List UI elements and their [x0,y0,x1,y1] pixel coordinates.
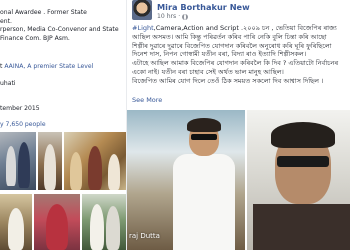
post-text-line: বিজেপিত আমিৰ যোগ দিলে তেওঁ ঠিক সময়ত সকল… [132,76,324,85]
person-figure [173,154,235,250]
hashtag-link[interactable]: #Light [132,24,154,32]
photo-thumbnail[interactable] [0,194,32,250]
globe-icon [182,13,189,20]
hometown: uhati [0,80,16,87]
post-meta: 10 hrs · [157,13,189,20]
avatar[interactable] [132,0,152,20]
person-figure [277,156,329,167]
post-text-line: দিনেশ দাস, নিপন গোস্বামী যতীন বৰা, বিদ্য… [132,50,307,59]
see-more-link[interactable]: See More [132,96,162,104]
post-time[interactable]: 10 hrs [157,13,176,20]
person-figure [253,204,350,250]
person-figure [191,134,217,140]
photo-thumbnail[interactable] [0,132,36,190]
post-author[interactable]: Mira Borthakur New [157,2,250,12]
person-figure [271,122,335,148]
post-text-line: একো নাই। যতীন বৰা চাহাব সেই অৰ্থত ভাল মা… [132,67,284,76]
bio-line: onal Awardee . Former State [0,9,87,16]
person-figure [187,118,221,132]
post-photo[interactable]: raj Dutta [127,110,245,250]
workplace-row: t AAINA, A premier State Level [0,63,93,70]
photo-thumbnail[interactable] [34,194,80,250]
post-text-line: আছিল অসমত। আমি কিন্তু পৰিৱৰ্তন কৰিব পাৰি… [132,32,327,41]
bio-line: Finance Com. BJP Asm. [0,34,70,42]
post-text-line: শিল্পীৰ দুৱাৰে দুৱাৰে বিজেপিত যোগদান কৰি… [132,41,332,50]
photo-thumbnail[interactable] [82,194,126,250]
joined-date: tember 2015 [0,105,40,112]
photo-thumbnail[interactable] [64,132,126,190]
photo-grid [0,132,126,250]
workplace-link[interactable]: AAINA, A premier State Level [4,63,93,70]
followers-link[interactable]: y 7,650 people [0,121,46,128]
post-card: Mira Borthakur New 10 hrs · #Light,Camer… [127,0,350,250]
intro-panel: onal Awardee . Former State ent. rperson… [0,0,126,250]
photo-thumbnail[interactable] [38,132,62,190]
post-text: #Light,Camera,Action and Script .২০০৯ চন… [132,24,348,86]
bio-line: rperson, Media Co-Convenor and State [0,26,119,34]
post-text-line: এটাহে আছিল আমাক বিজেপিৰ যোগদান কৰিবলৈ কি… [132,59,339,68]
post-text-segment: ,Camera,Action and Script .২০০৯ চন , ভেত… [153,24,337,32]
photo-caption: raj Dutta [129,232,160,240]
bio: onal Awardee . Former State ent. rperson… [0,9,126,43]
bio-line: ent. [0,17,12,25]
meta-separator: · [178,13,181,20]
post-photo[interactable] [247,110,350,250]
post-text-line: #Light,Camera,Action and Script .২০০৯ চন… [132,24,348,33]
